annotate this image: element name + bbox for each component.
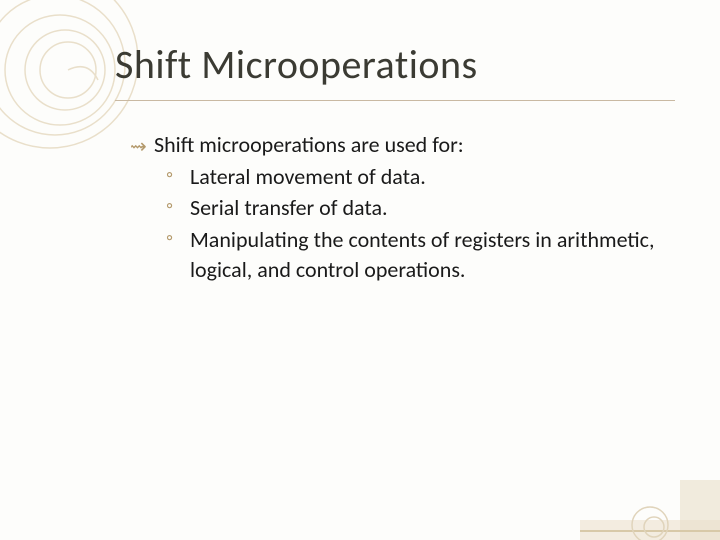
list-item-text: Lateral movement of data. — [190, 163, 426, 190]
list-item: ◦ Serial transfer of data. — [130, 193, 670, 223]
circle-bullet-icon: ◦ — [166, 162, 173, 189]
intro-line: ⇝ Shift microoperations are used for: — [130, 130, 670, 160]
corner-decoration — [580, 480, 720, 540]
title-underline — [115, 100, 675, 101]
circle-bullet-icon: ◦ — [166, 225, 173, 252]
slide-title: Shift Microoperations — [115, 40, 478, 89]
swirl-bullet-icon: ⇝ — [130, 134, 147, 161]
list-item: ◦ Manipulating the contents of registers… — [130, 225, 670, 284]
list-item-text: Serial transfer of data. — [190, 194, 388, 221]
list-item-text: Manipulating the contents of registers i… — [190, 226, 654, 283]
circle-bullet-icon: ◦ — [166, 193, 173, 220]
list-item: ◦ Lateral movement of data. — [130, 162, 670, 192]
intro-text: Shift microoperations are used for: — [154, 131, 464, 158]
slide: Shift Microoperations ⇝ Shift microopera… — [0, 0, 720, 540]
slide-body: ⇝ Shift microoperations are used for: ◦ … — [130, 130, 670, 286]
